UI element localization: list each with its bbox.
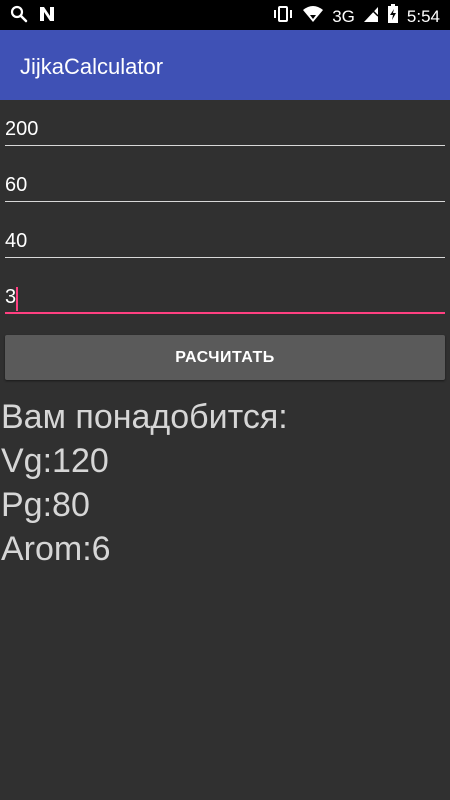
- vibrate-icon: [272, 5, 294, 28]
- input-field-4[interactable]: 3: [5, 276, 445, 332]
- result-pg: Pg:80: [1, 486, 90, 524]
- field-underline: [5, 201, 445, 202]
- battery-icon: [387, 4, 399, 29]
- calculate-button[interactable]: РАСЧИТАТЬ: [5, 335, 445, 380]
- input-value-2[interactable]: 60: [5, 174, 27, 197]
- status-right: 3G 5:54: [272, 4, 440, 29]
- status-bar: 3G 5:54: [0, 0, 450, 30]
- input-field-1[interactable]: 200: [5, 108, 445, 164]
- result-panel: Вам понадобится: Vg:120 Pg:80 Arom:6: [1, 395, 288, 571]
- search-icon: [10, 5, 28, 28]
- input-value-3[interactable]: 40: [5, 230, 27, 253]
- result-heading: Вам понадобится:: [1, 398, 288, 436]
- input-field-3[interactable]: 40: [5, 220, 445, 276]
- app-title: JijkaCalculator: [20, 54, 164, 79]
- wifi-icon: [302, 5, 324, 28]
- field-underline-active: [5, 312, 445, 314]
- field-underline: [5, 145, 445, 146]
- status-time: 5:54: [406, 6, 440, 26]
- field-underline: [5, 257, 445, 258]
- n-icon: [38, 5, 56, 28]
- signal-icon: [363, 5, 379, 28]
- network-type: 3G: [332, 6, 355, 26]
- input-value-4[interactable]: 3: [5, 286, 16, 309]
- text-cursor: [16, 287, 18, 311]
- result-vg: Vg:120: [1, 442, 109, 480]
- input-fields: 200 60 40 3: [5, 108, 445, 332]
- status-left: [10, 5, 56, 28]
- result-arom: Arom:6: [1, 530, 111, 568]
- app-bar: JijkaCalculator: [0, 30, 450, 100]
- input-field-2[interactable]: 60: [5, 164, 445, 220]
- input-value-1[interactable]: 200: [5, 118, 38, 141]
